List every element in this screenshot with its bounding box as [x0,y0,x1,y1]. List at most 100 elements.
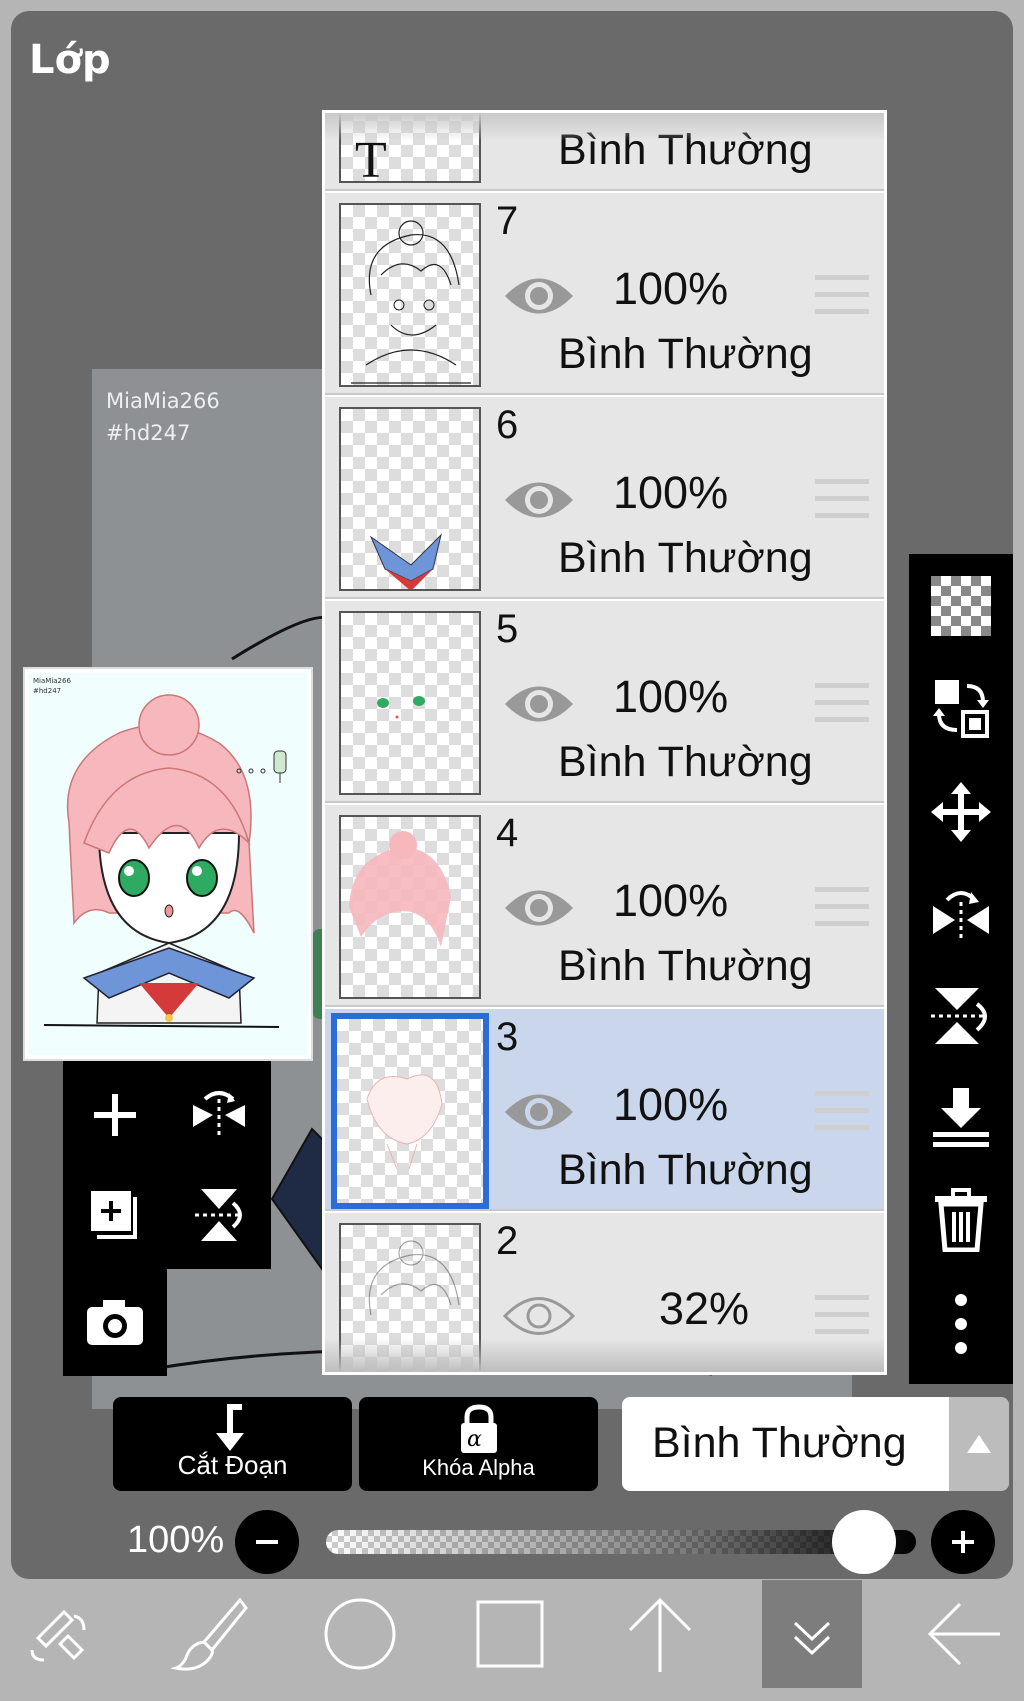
app-stage: Lớp MiaMia266 #hd247 MiaMia266 #hd247 T … [0,0,1024,1701]
eye-icon[interactable] [503,881,575,935]
clipping-label: Cắt Đoạn [177,1450,288,1480]
layer-number: 2 [496,1219,519,1263]
brush-tool-button[interactable] [160,1580,260,1688]
move-up-button[interactable] [610,1580,710,1688]
layer-number: 5 [496,607,519,651]
flip-vertical-layer-button[interactable] [921,976,1001,1056]
triangle-up-icon [967,1435,991,1453]
drag-handle-icon[interactable] [815,275,869,319]
collar-thumbnail [369,533,442,589]
layer-thumbnail [339,815,481,999]
drag-handle-icon[interactable] [815,1091,869,1135]
trash-icon [935,1188,987,1252]
panel-title: Lớp [29,37,111,83]
layer-number: 7 [496,199,519,243]
opacity-value: 100% [127,1519,225,1561]
layers-panel: Lớp MiaMia266 #hd247 MiaMia266 #hd247 T … [11,11,1013,1579]
eye-icon[interactable] [503,1085,575,1139]
flip-horizontal-icon [933,891,989,942]
layer-row-7[interactable]: 7 100% Bình Thường [325,193,884,395]
flip-horizontal-layer-button[interactable] [921,874,1001,954]
clipping-button[interactable]: Cắt Đoạn [113,1397,352,1491]
move-icon [931,782,991,842]
flip-vertical-icon [195,1189,243,1241]
layer-thumbnail [339,203,481,387]
transparency-button[interactable] [921,566,1001,646]
rectangle-tool-button[interactable] [460,1580,560,1688]
alpha-lock-label: Khóa Alpha [422,1455,535,1480]
lineart-thumbnail [351,220,471,384]
opacity-decrease-button[interactable] [235,1510,299,1574]
brush-icon [170,1597,248,1671]
drag-handle-icon[interactable] [815,887,869,931]
clipping-arrow-icon [216,1404,244,1451]
back-button[interactable] [914,1580,1014,1688]
transform-tool-button[interactable] [8,1580,108,1688]
list-scroll-shadow-top [325,113,884,141]
list-scroll-shadow-bottom [325,1338,884,1372]
eyes-thumbnail [377,696,425,719]
drag-handle-icon[interactable] [815,1295,869,1339]
arrow-up-icon [628,1597,692,1672]
layer-row-6[interactable]: 6 100% Bình Thường [325,397,884,599]
add-layer-button[interactable] [75,1075,155,1155]
drag-handle-icon[interactable] [815,479,869,523]
layer-blend-mode: Bình Thường [558,942,813,990]
square-icon [476,1600,544,1668]
plus-icon [952,1531,974,1553]
alpha-glyph: α [467,1427,482,1452]
eye-icon[interactable] [503,677,575,731]
blend-mode-select[interactable]: Bình Thường [622,1397,1009,1491]
opacity-slider-track[interactable] [326,1530,916,1554]
opacity-increase-button[interactable] [931,1510,995,1574]
layer-opacity: 100% [613,467,729,518]
collapse-panel-button[interactable] [762,1580,862,1688]
eye-icon[interactable] [503,269,575,323]
layer-row-4[interactable]: 4 100% Bình Thường [325,805,884,1007]
swap-layer-button[interactable] [921,668,1001,748]
canvas-thumbnail[interactable]: MiaMia266 #hd247 [23,667,313,1061]
blend-mode-dropdown-arrow[interactable] [949,1397,1009,1491]
alpha-lock-button[interactable]: α Khóa Alpha [359,1397,598,1491]
camera-button[interactable] [75,1282,155,1362]
flip-horizontal-icon [193,1091,245,1135]
add-layer-icon [94,1094,136,1136]
bottom-toolbar [0,1580,1024,1701]
eye-outline-icon[interactable] [503,1289,575,1343]
duplicate-layer-icon [91,1191,137,1239]
chibi-drawing [43,694,287,1028]
duplicate-layer-button[interactable] [75,1175,155,1255]
flip-horizontal-button[interactable] [179,1075,259,1155]
layer-tools-toolbar [909,554,1013,1384]
transparency-icon [931,576,991,636]
drag-handle-icon[interactable] [815,683,869,727]
layer-opacity: 32% [659,1283,750,1334]
layer-opacity: 100% [613,671,729,722]
layer-number: 3 [496,1015,519,1059]
delete-layer-button[interactable] [921,1180,1001,1260]
layer-thumbnail [331,1013,489,1209]
layer-list[interactable]: T Bình Thường 7 100% Bình Thường 6 100% … [322,110,887,1375]
skin-thumbnail [366,1074,443,1170]
flip-vertical-icon [931,988,987,1044]
layer-opacity: 100% [613,875,729,926]
swap-layer-icon [933,680,989,738]
circle-icon [324,1598,396,1670]
layer-actions-toolbar [63,1061,271,1376]
layer-row-5[interactable]: 5 100% Bình Thường [325,601,884,803]
layer-blend-mode: Bình Thường [558,534,813,582]
chevron-double-down-icon [793,1621,831,1656]
layer-blend-mode: Bình Thường [558,330,813,378]
opacity-slider-knob[interactable] [832,1510,896,1574]
layer-opacity: 100% [613,263,729,314]
merge-down-button[interactable] [921,1078,1001,1158]
eye-icon[interactable] [503,473,575,527]
move-button[interactable] [921,772,1001,852]
flip-vertical-button[interactable] [179,1175,259,1255]
more-options-button[interactable] [921,1284,1001,1364]
layer-opacity: 100% [613,1079,729,1130]
layer-row-3[interactable]: 3 100% Bình Thường [325,1009,884,1211]
layer-number: 4 [496,811,519,855]
ellipse-tool-button[interactable] [310,1580,410,1688]
merge-down-icon [933,1088,989,1147]
